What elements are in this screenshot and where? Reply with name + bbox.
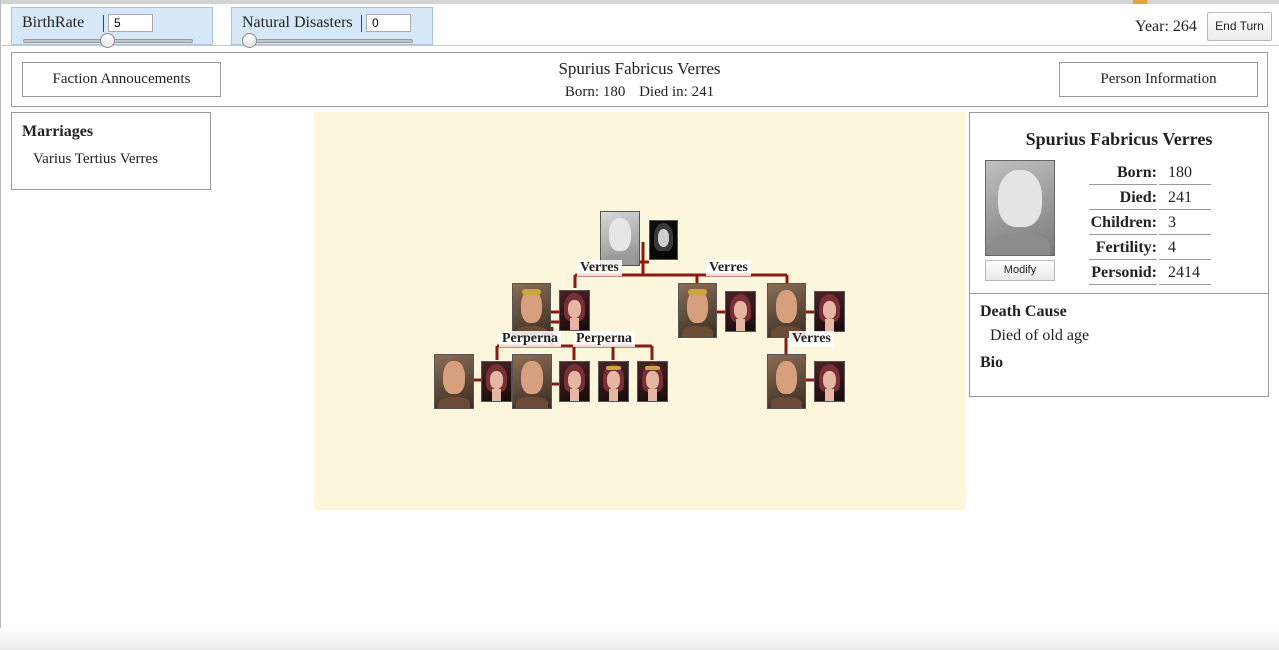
separator [103,15,104,32]
stat-row-personid: Personid: 2414 [1089,261,1211,286]
family-tree: Verres Verres Perperna Perperna Verres [314,112,966,510]
birthrate-label: BirthRate [22,14,85,31]
family-label: Perperna [499,331,561,347]
stat-value: 180 [1168,164,1192,181]
stat-value: 2414 [1168,264,1200,281]
stat-value: 3 [1168,214,1176,231]
year-display: Year: 264 [1135,18,1197,35]
natural-disasters-input[interactable] [366,14,411,32]
birthrate-control: BirthRate [11,7,213,48]
marriages-panel: Marriages Varius Tertius Verres [11,112,211,190]
portrait-spouse[interactable] [559,290,590,331]
stat-value: 241 [1168,189,1192,206]
birthrate-slider-thumb[interactable] [100,33,115,48]
family-label: Verres [789,331,834,347]
stat-value: 4 [1168,239,1176,256]
person-information-button[interactable]: Person Information [1059,62,1258,97]
divider [970,293,1268,294]
stat-row-born: Born: 180 [1089,161,1211,186]
stat-label: Fertility: [1095,239,1157,256]
died-text: Died in: 241 [639,84,715,100]
separator [361,15,362,32]
stats-table: Born: 180 Died: 241 Children: 3 Fertilit… [1089,161,1211,286]
portrait-child[interactable] [678,283,717,338]
marriages-title: Marriages [22,123,94,140]
stat-row-died: Died: 241 [1089,186,1211,211]
person-header: Faction Annoucements Spurius Fabricus Ve… [11,52,1268,107]
portrait-spouse[interactable] [814,291,845,332]
stat-row-children: Children: 3 [1089,211,1211,236]
info-portrait [985,160,1055,256]
portrait-grandchild[interactable] [767,354,806,409]
modify-button[interactable]: Modify [985,260,1055,281]
portrait-spouse[interactable] [481,361,512,402]
portrait-grandchild[interactable] [598,361,629,402]
natural-disasters-control: Natural Disasters [231,7,433,48]
portrait-child[interactable] [512,283,551,338]
portrait-grandchild[interactable] [512,354,552,409]
family-label: Perperna [573,331,635,347]
born-text: Born: 180 [564,84,626,100]
natural-disasters-slider-thumb[interactable] [242,33,257,48]
bio-title: Bio [980,354,1004,371]
portrait-spouse[interactable] [649,220,678,260]
death-cause-title: Death Cause [980,303,1067,320]
stat-label: Born: [1117,164,1157,181]
natural-disasters-slider-track[interactable] [243,39,413,43]
portrait-spouse[interactable] [814,361,845,402]
control-bar: BirthRate Natural Disasters Year: 264 En… [0,4,1279,48]
natural-disasters-label: Natural Disasters [242,14,353,31]
person-info-panel: Spurius Fabricus Verres Modify Born: 180… [969,112,1269,397]
portrait-grandchild[interactable] [637,361,668,402]
death-cause-text: Died of old age [990,327,1090,344]
stat-label: Children: [1090,214,1157,231]
window-edge [0,0,1,650]
portrait-spouse[interactable] [559,361,590,402]
portrait-child[interactable] [767,283,806,338]
tree-connectors [474,242,814,386]
portrait-spouse[interactable] [725,291,756,332]
portrait-grandchild[interactable] [434,354,474,409]
family-label: Verres [577,260,622,276]
portrait-spurius[interactable] [600,211,640,266]
end-turn-button[interactable]: End Turn [1207,12,1272,41]
stat-label: Died: [1119,189,1157,206]
family-label: Verres [706,260,751,276]
info-person-name: Spurius Fabricus Verres [1025,129,1213,149]
birthrate-input[interactable] [108,14,153,32]
stat-label: Personid: [1091,264,1157,281]
marriage-item[interactable]: Varius Tertius Verres [33,151,158,168]
stat-row-fertility: Fertility: 4 [1089,236,1211,261]
bottom-shade [0,628,1279,650]
